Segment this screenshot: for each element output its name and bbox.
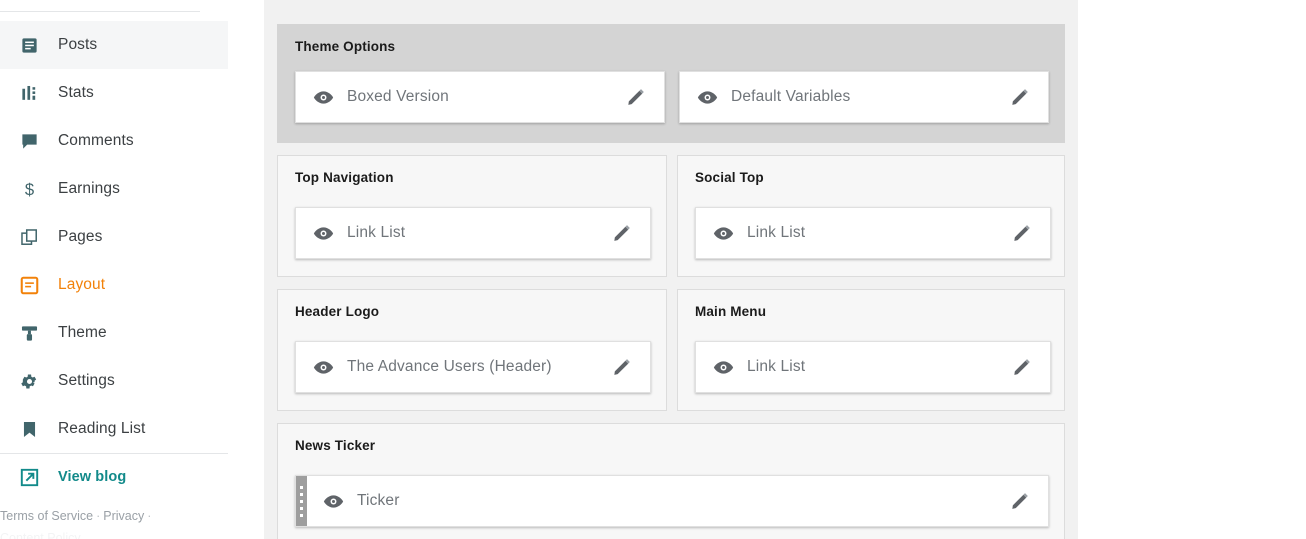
sidebar-item-label: Earnings (58, 180, 120, 198)
eye-icon (312, 86, 334, 108)
privacy-link[interactable]: Privacy (103, 509, 144, 523)
pencil-icon[interactable] (1010, 355, 1034, 379)
widget-label: Link List (347, 224, 406, 241)
widget-label: Ticker (357, 492, 400, 509)
section-title: Header Logo (295, 304, 380, 319)
sidebar-item-label: Posts (58, 36, 98, 54)
gear-icon (16, 368, 42, 394)
widget-default-variables[interactable]: Default Variables (679, 71, 1049, 123)
legal-separator-trailing: · (147, 509, 152, 523)
bookmark-icon (16, 416, 42, 442)
sidebar-item-earnings[interactable]: $ Earnings (0, 165, 228, 213)
section-header-logo: Header Logo The Advance Users (Header) (277, 289, 667, 411)
sidebar-item-settings[interactable]: Settings (0, 357, 228, 405)
layout-icon (16, 272, 42, 298)
section-title: Social Top (695, 170, 764, 185)
sidebar-item-theme[interactable]: Theme (0, 309, 228, 357)
pencil-icon[interactable] (610, 355, 634, 379)
section-main-menu: Main Menu Link List (677, 289, 1065, 411)
blogger-layout-page: Posts Stats Comments $ Earnings Pages La… (0, 0, 1306, 539)
widget-main-menu-link-list[interactable]: Link List (695, 341, 1051, 393)
widget-social-top-link-list[interactable]: Link List (695, 207, 1051, 259)
sidebar-item-layout[interactable]: Layout (0, 261, 228, 309)
stats-icon (16, 80, 42, 106)
section-title: Top Navigation (295, 170, 394, 185)
theme-icon (16, 320, 42, 346)
svg-text:$: $ (24, 180, 33, 199)
sidebar-item-label: Settings (58, 372, 115, 390)
widget-label: Link List (747, 224, 806, 241)
posts-icon (16, 32, 42, 58)
sidebar-nav-list: Posts Stats Comments $ Earnings Pages La… (0, 21, 228, 453)
widget-label: Default Variables (731, 88, 851, 105)
widget-header-logo[interactable]: The Advance Users (Header) (295, 341, 651, 393)
terms-of-service-link[interactable]: Terms of Service (0, 509, 93, 523)
drag-handle-icon[interactable] (296, 476, 307, 526)
view-blog-link[interactable]: View blog (0, 454, 228, 500)
section-theme-options: Theme Options Boxed Version Default Vari… (277, 24, 1065, 143)
pencil-icon[interactable] (1008, 489, 1032, 513)
section-title: News Ticker (295, 438, 376, 453)
widget-label: The Advance Users (Header) (347, 358, 552, 375)
sidebar-item-label: Reading List (58, 420, 146, 438)
section-top-navigation: Top Navigation Link List (277, 155, 667, 277)
pencil-icon[interactable] (624, 85, 648, 109)
sidebar-item-label: Theme (58, 324, 107, 342)
section-title: Main Menu (695, 304, 767, 319)
eye-icon (696, 86, 718, 108)
comments-icon (16, 128, 42, 154)
pencil-icon[interactable] (1008, 85, 1032, 109)
eye-icon (312, 356, 334, 378)
sidebar-item-label: Layout (58, 276, 106, 294)
sidebar-item-comments[interactable]: Comments (0, 117, 228, 165)
pages-icon (16, 224, 42, 250)
sidebar-item-pages[interactable]: Pages (0, 213, 228, 261)
widget-label: Boxed Version (347, 88, 449, 105)
view-blog-label: View blog (58, 468, 127, 485)
eye-icon (712, 356, 734, 378)
legal-links: Terms of Service · Privacy · (0, 506, 230, 526)
widget-top-navigation-link-list[interactable]: Link List (295, 207, 651, 259)
sidebar-item-label: Comments (58, 132, 134, 150)
widget-boxed-version[interactable]: Boxed Version (295, 71, 665, 123)
vertical-scrollbar-track[interactable] (250, 0, 512, 539)
section-news-ticker: News Ticker Ticker (277, 423, 1065, 539)
sidebar: Posts Stats Comments $ Earnings Pages La… (0, 0, 228, 539)
legal-links-overflow[interactable]: Content Policy (0, 528, 230, 539)
legal-separator: · (96, 509, 101, 523)
earnings-icon: $ (16, 176, 42, 202)
sidebar-top-divider (0, 11, 200, 12)
external-link-icon (16, 464, 42, 490)
widget-label: Link List (747, 358, 806, 375)
sidebar-item-posts[interactable]: Posts (0, 21, 228, 69)
layout-content-area: Theme Options Boxed Version Default Vari… (264, 0, 1078, 539)
pencil-icon[interactable] (1010, 221, 1034, 245)
sidebar-item-stats[interactable]: Stats (0, 69, 228, 117)
eye-icon (322, 490, 344, 512)
section-title: Theme Options (295, 39, 396, 54)
sidebar-item-reading-list[interactable]: Reading List (0, 405, 228, 453)
sidebar-item-label: Stats (58, 84, 94, 102)
section-social-top: Social Top Link List (677, 155, 1065, 277)
pencil-icon[interactable] (610, 221, 634, 245)
widget-news-ticker[interactable]: Ticker (295, 475, 1049, 527)
sidebar-item-label: Pages (58, 228, 103, 246)
eye-icon (712, 222, 734, 244)
eye-icon (312, 222, 334, 244)
